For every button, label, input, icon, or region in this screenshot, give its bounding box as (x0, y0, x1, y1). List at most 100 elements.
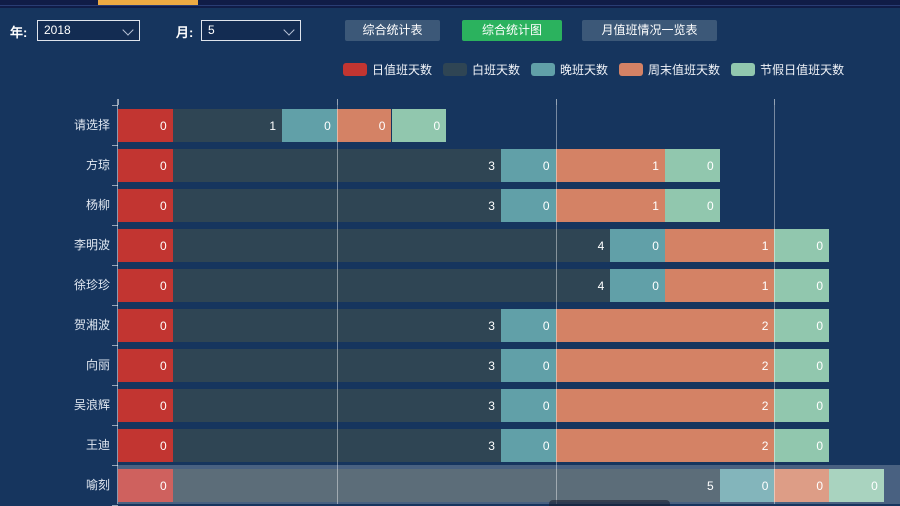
bar-segment[interactable]: 0 (774, 389, 829, 422)
bar-segment[interactable]: 0 (665, 189, 720, 222)
bar-segment[interactable]: 0 (118, 149, 173, 182)
bar-segment[interactable]: 0 (118, 389, 173, 422)
bar-value-label: 0 (543, 149, 550, 182)
bar-value-label: 1 (269, 109, 276, 142)
bar-segment[interactable]: 0 (118, 269, 173, 302)
category-label: 吴浪辉 (0, 389, 110, 422)
bar-segment[interactable]: 1 (173, 109, 282, 142)
y-axis-tick (112, 105, 118, 106)
bar-value-label: 3 (488, 349, 495, 382)
y-axis-tick (112, 145, 118, 146)
bar-value-label: 2 (762, 429, 769, 462)
bar-segment[interactable]: 0 (501, 149, 556, 182)
bar-segment[interactable]: 0 (392, 109, 447, 142)
gridline (774, 105, 775, 504)
bar-segment[interactable]: 0 (337, 109, 392, 142)
bar-segment[interactable]: 1 (556, 189, 665, 222)
bar-segment[interactable]: 1 (556, 149, 665, 182)
y-axis-tick (112, 265, 118, 266)
bar-value-label: 0 (652, 229, 659, 262)
bar-segment[interactable]: 4 (173, 229, 611, 262)
bar-value-label: 0 (160, 149, 167, 182)
stacked-bar-chart: 请选择01000方琼03010杨柳03010李明波04010徐珍珍04010贺湘… (0, 0, 900, 504)
bar-value-label: 0 (160, 429, 167, 462)
bar-segment[interactable]: 0 (118, 109, 173, 142)
gridline (556, 105, 557, 504)
bar-segment[interactable]: 0 (501, 309, 556, 342)
bar-value-label: 2 (762, 349, 769, 382)
gridline (337, 105, 338, 504)
bar-value-label: 0 (543, 189, 550, 222)
bar-segment[interactable]: 0 (610, 229, 665, 262)
bar-segment[interactable]: 0 (118, 429, 173, 462)
bar-value-label: 0 (379, 109, 386, 142)
bar-value-label: 0 (816, 389, 823, 422)
bar-value-label: 3 (488, 309, 495, 342)
bar-segment[interactable]: 0 (118, 349, 173, 382)
category-label: 贺湘波 (0, 309, 110, 342)
tooltip-edge (549, 500, 670, 506)
bar-value-label: 0 (543, 429, 550, 462)
bar-segment[interactable]: 0 (118, 309, 173, 342)
bar-value-label: 0 (707, 149, 714, 182)
bar-value-label: 3 (488, 189, 495, 222)
bar-segment[interactable]: 0 (501, 429, 556, 462)
category-label: 王迪 (0, 429, 110, 462)
bar-segment[interactable]: 0 (501, 349, 556, 382)
bar-value-label: 0 (543, 309, 550, 342)
bar-value-label: 3 (488, 149, 495, 182)
bar-segment[interactable]: 1 (665, 269, 774, 302)
category-label: 杨柳 (0, 189, 110, 222)
bar-segment[interactable]: 2 (556, 389, 775, 422)
bar-segment[interactable]: 2 (556, 309, 775, 342)
y-axis-tick (112, 185, 118, 186)
category-label: 徐珍珍 (0, 269, 110, 302)
bar-segment[interactable]: 0 (774, 309, 829, 342)
bar-value-label: 0 (816, 229, 823, 262)
category-label: 请选择 (0, 109, 110, 142)
bar-segment[interactable]: 0 (118, 189, 173, 222)
bar-segment[interactable]: 2 (556, 429, 775, 462)
category-label: 向丽 (0, 349, 110, 382)
bar-value-label: 0 (652, 269, 659, 302)
bar-value-label: 0 (160, 189, 167, 222)
bar-value-label: 0 (324, 109, 331, 142)
bar-value-label: 0 (543, 389, 550, 422)
bar-segment[interactable]: 0 (774, 349, 829, 382)
category-label: 喻刻 (0, 469, 110, 502)
bar-value-label: 0 (707, 189, 714, 222)
bar-value-label: 3 (488, 389, 495, 422)
category-label: 李明波 (0, 229, 110, 262)
bar-value-label: 0 (160, 109, 167, 142)
bar-value-label: 4 (598, 229, 605, 262)
bar-value-label: 0 (160, 309, 167, 342)
bar-value-label: 4 (598, 269, 605, 302)
y-axis-tick (112, 225, 118, 226)
bar-value-label: 1 (652, 189, 659, 222)
bar-segment[interactable]: 0 (282, 109, 337, 142)
bar-value-label: 0 (543, 349, 550, 382)
bar-segment[interactable]: 0 (774, 229, 829, 262)
bar-value-label: 0 (816, 349, 823, 382)
bar-segment[interactable]: 0 (501, 389, 556, 422)
bar-segment[interactable]: 0 (774, 429, 829, 462)
y-axis-tick (112, 305, 118, 306)
bar-value-label: 1 (762, 269, 769, 302)
category-label: 方琼 (0, 149, 110, 182)
bar-segment[interactable]: 4 (173, 269, 611, 302)
axis-pointer-shadow (118, 465, 900, 504)
bar-segment[interactable]: 0 (665, 149, 720, 182)
bar-value-label: 2 (762, 389, 769, 422)
bar-segment[interactable]: 0 (501, 189, 556, 222)
bar-value-label: 0 (160, 349, 167, 382)
bar-segment[interactable]: 0 (610, 269, 665, 302)
bar-segment[interactable]: 0 (118, 229, 173, 262)
bar-value-label: 1 (762, 229, 769, 262)
bar-value-label: 3 (488, 429, 495, 462)
bar-segment[interactable]: 2 (556, 349, 775, 382)
bar-segment[interactable]: 0 (774, 269, 829, 302)
bar-segment[interactable]: 1 (665, 229, 774, 262)
bar-value-label: 0 (816, 309, 823, 342)
bar-value-label: 0 (816, 269, 823, 302)
x-axis-tick (118, 99, 119, 105)
